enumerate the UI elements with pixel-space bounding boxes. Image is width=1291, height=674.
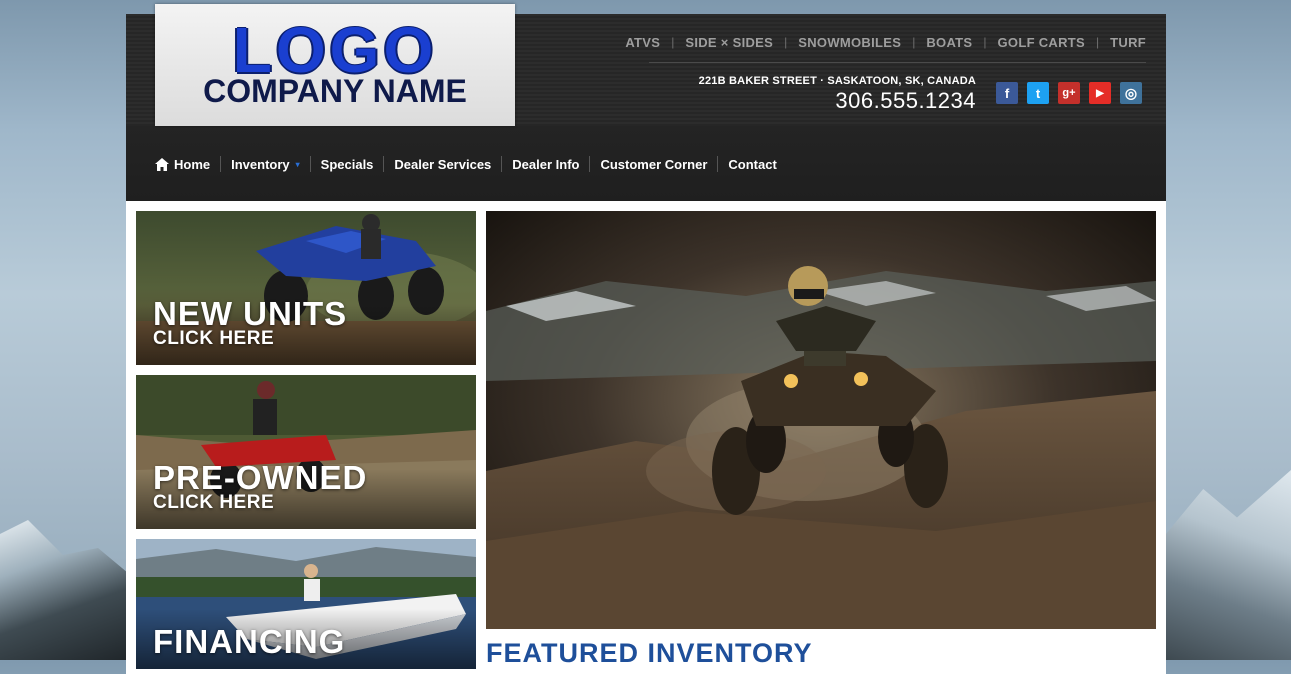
hero-atv-photo [486,211,1156,629]
nav-separator [589,156,591,172]
tile-cta-new-units: CLICK HERE [153,328,275,349]
category-separator: | [1096,35,1100,49]
dealer-address: 221B BAKER STREET · SASKATOON, SK, CANAD… [698,75,976,87]
tile-financing[interactable]: FINANCING [136,539,476,669]
category-link-snowmobiles[interactable]: SNOWMOBILES [798,35,901,50]
youtube-icon[interactable]: ▶ [1089,82,1111,104]
nav-separator [501,156,503,172]
category-separator: | [983,35,987,49]
nav-separator [717,156,719,172]
category-link-turf[interactable]: TURF [1110,35,1146,50]
nav-item-dealer-services[interactable]: Dealer Services [394,157,491,172]
logo-company-name: COMPANY NAME [203,73,467,109]
category-nav: ATVS | SIDE × SIDES | SNOWMOBILES | BOAT… [625,33,1146,51]
logo-word: LOGO [232,14,438,86]
nav-label-inventory: Inventory [231,156,290,172]
hero-banner[interactable] [486,211,1156,629]
google-plus-icon[interactable]: g+ [1058,82,1080,104]
nav-label-home: Home [174,156,211,172]
category-link-golf-carts[interactable]: GOLF CARTS [998,35,1086,50]
facebook-icon[interactable]: f [996,82,1018,104]
tile-pre-owned[interactable]: PRE-OWNED CLICK HERE [136,375,476,529]
category-link-boats[interactable]: BOATS [926,35,972,50]
main-nav: Home Inventory ▾ Specials Dealer Service… [155,154,777,174]
nav-item-contact[interactable]: Contact [728,157,776,172]
category-separator: | [912,35,916,49]
tile-cta-pre-owned: CLICK HERE [153,492,275,513]
category-link-atvs[interactable]: ATVS [625,35,660,50]
background-mountain-right [1156,470,1291,660]
nav-separator [309,156,311,172]
nav-item-dealer-info[interactable]: Dealer Info [512,157,579,172]
tile-title-financing: FINANCING [153,623,346,660]
home-icon [155,157,169,171]
social-links: f t g+ ▶ ◎ [996,82,1142,104]
nav-separator [220,156,222,172]
category-link-side-by-sides[interactable]: SIDE × SIDES [685,35,773,50]
category-separator: | [671,35,675,49]
nav-separator [383,156,385,172]
page-container: LOGO COMPANY NAME ATVS | SIDE × SIDES | … [126,4,1166,674]
nav-item-inventory[interactable]: Inventory ▾ [231,157,300,172]
tile-new-units[interactable]: NEW UNITS CLICK HERE [136,211,476,365]
nav-item-home[interactable]: Home [155,157,210,172]
instagram-icon[interactable]: ◎ [1120,82,1142,104]
featured-inventory-heading: FEATURED INVENTORY [486,638,813,668]
category-separator: | [784,35,788,49]
nav-item-specials[interactable]: Specials [321,157,374,172]
dealer-phone[interactable]: 306.555.1234 [835,88,976,114]
nav-item-customer-corner[interactable]: Customer Corner [600,157,707,172]
header-divider [649,62,1146,63]
background-mountain-left [0,520,140,660]
site-logo[interactable]: LOGO COMPANY NAME [155,4,515,126]
dropdown-caret-icon: ▾ [295,159,300,169]
site-header: LOGO COMPANY NAME ATVS | SIDE × SIDES | … [126,4,1166,201]
twitter-icon[interactable]: t [1027,82,1049,104]
